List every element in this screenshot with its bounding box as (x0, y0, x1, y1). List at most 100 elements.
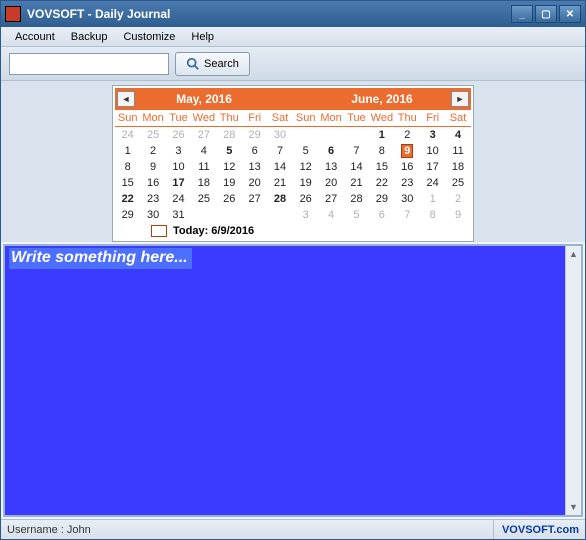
day-cell[interactable]: 6 (369, 207, 394, 223)
day-cell[interactable]: 31 (166, 207, 191, 223)
day-cell[interactable]: 21 (344, 175, 369, 191)
today-footer[interactable]: Today: 6/9/2016 (115, 223, 471, 237)
day-cell[interactable]: 20 (242, 175, 267, 191)
day-cell[interactable]: 7 (395, 207, 420, 223)
day-cell[interactable]: 3 (420, 127, 445, 143)
day-cell[interactable]: 3 (293, 207, 318, 223)
day-cell[interactable]: 29 (369, 191, 394, 207)
day-cell[interactable]: 2 (445, 191, 470, 207)
day-cell[interactable]: 3 (166, 143, 191, 159)
day-cell[interactable]: 29 (242, 127, 267, 143)
day-cell[interactable]: 19 (293, 175, 318, 191)
day-cell[interactable]: 25 (445, 175, 470, 191)
day-cell[interactable]: 20 (318, 175, 343, 191)
day-cell[interactable]: 27 (242, 191, 267, 207)
day-cell[interactable]: 26 (293, 191, 318, 207)
day-cell[interactable]: 26 (217, 191, 242, 207)
day-cell[interactable]: 8 (115, 159, 140, 175)
next-month-button[interactable]: ► (451, 91, 469, 107)
day-cell[interactable]: 7 (344, 143, 369, 159)
day-cell[interactable]: 7 (267, 143, 292, 159)
close-button[interactable]: ✕ (559, 5, 581, 23)
menu-help[interactable]: Help (183, 29, 222, 45)
day-cell[interactable]: 8 (420, 207, 445, 223)
day-cell[interactable]: 4 (191, 143, 216, 159)
day-cell[interactable]: 5 (217, 143, 242, 159)
month-title-right[interactable]: June, 2016 (351, 92, 412, 106)
status-brand[interactable]: VOVSOFT.com (494, 524, 579, 536)
maximize-button[interactable]: ▢ (535, 5, 557, 23)
day-cell[interactable]: 28 (217, 127, 242, 143)
day-cell[interactable]: 15 (369, 159, 394, 175)
day-cell[interactable]: 1 (369, 127, 394, 143)
day-cell[interactable]: 2 (140, 143, 165, 159)
prev-month-button[interactable]: ◄ (117, 91, 135, 107)
day-cell[interactable]: 24 (115, 127, 140, 143)
day-cell[interactable]: 5 (344, 207, 369, 223)
day-cell[interactable]: 11 (445, 143, 470, 159)
scroll-down-icon[interactable]: ▼ (566, 499, 581, 515)
day-cell[interactable]: 14 (344, 159, 369, 175)
menu-customize[interactable]: Customize (115, 29, 183, 45)
day-cell[interactable]: 24 (420, 175, 445, 191)
search-button[interactable]: Search (175, 52, 250, 76)
day-cell[interactable]: 23 (140, 191, 165, 207)
day-cell[interactable]: 27 (191, 127, 216, 143)
minimize-button[interactable]: _ (511, 5, 533, 23)
day-cell[interactable]: 1 (420, 191, 445, 207)
day-cell[interactable]: 18 (191, 175, 216, 191)
day-cell[interactable]: 9 (140, 159, 165, 175)
day-cell[interactable]: 15 (115, 175, 140, 191)
day-cell[interactable]: 25 (140, 127, 165, 143)
day-cell[interactable]: 17 (420, 159, 445, 175)
day-cell[interactable]: 12 (217, 159, 242, 175)
day-cell[interactable]: 30 (140, 207, 165, 223)
day-cell[interactable]: 22 (115, 191, 140, 207)
day-cell[interactable]: 30 (395, 191, 420, 207)
day-cell[interactable]: 24 (166, 191, 191, 207)
day-cell[interactable]: 16 (395, 159, 420, 175)
day-cell[interactable]: 8 (369, 143, 394, 159)
scroll-up-icon[interactable]: ▲ (566, 246, 581, 262)
dow-cell: Wed (369, 110, 394, 126)
day-cell[interactable]: 4 (445, 127, 470, 143)
day-cell[interactable]: 13 (242, 159, 267, 175)
day-cell[interactable]: 25 (191, 191, 216, 207)
search-input[interactable] (9, 53, 169, 75)
editor-wrap: Write something here... ▲ ▼ (3, 244, 583, 517)
journal-editor[interactable]: Write something here... (5, 246, 565, 515)
editor-scrollbar[interactable]: ▲ ▼ (565, 246, 581, 515)
menu-backup[interactable]: Backup (63, 29, 116, 45)
day-cell[interactable]: 28 (267, 191, 292, 207)
day-cell[interactable]: 4 (318, 207, 343, 223)
day-cell[interactable]: 19 (217, 175, 242, 191)
day-cell[interactable]: 30 (267, 127, 292, 143)
day-cell[interactable]: 28 (344, 191, 369, 207)
day-cell[interactable]: 2 (395, 127, 420, 143)
day-cell[interactable]: 12 (293, 159, 318, 175)
day-cell[interactable]: 22 (369, 175, 394, 191)
titlebar[interactable]: VOVSOFT - Daily Journal _ ▢ ✕ (1, 1, 585, 27)
day-cell[interactable]: 29 (115, 207, 140, 223)
month-title-left[interactable]: May, 2016 (176, 92, 232, 106)
day-cell[interactable]: 9 (395, 143, 420, 159)
day-cell[interactable]: 26 (166, 127, 191, 143)
day-cell[interactable]: 21 (267, 175, 292, 191)
day-cell[interactable]: 1 (115, 143, 140, 159)
day-cell[interactable]: 11 (191, 159, 216, 175)
day-cell[interactable]: 10 (166, 159, 191, 175)
day-cell[interactable]: 5 (293, 143, 318, 159)
day-cell[interactable]: 13 (318, 159, 343, 175)
day-cell[interactable]: 6 (318, 143, 343, 159)
day-cell[interactable]: 27 (318, 191, 343, 207)
day-cell[interactable]: 6 (242, 143, 267, 159)
day-cell[interactable]: 14 (267, 159, 292, 175)
day-cell[interactable]: 23 (395, 175, 420, 191)
day-cell[interactable]: 17 (166, 175, 191, 191)
day-cell[interactable]: 16 (140, 175, 165, 191)
day-cell[interactable]: 10 (420, 143, 445, 159)
day-cell[interactable]: 9 (445, 207, 470, 223)
menu-account[interactable]: Account (7, 29, 63, 45)
day-cell[interactable]: 18 (445, 159, 470, 175)
window-title: VOVSOFT - Daily Journal (27, 7, 511, 21)
